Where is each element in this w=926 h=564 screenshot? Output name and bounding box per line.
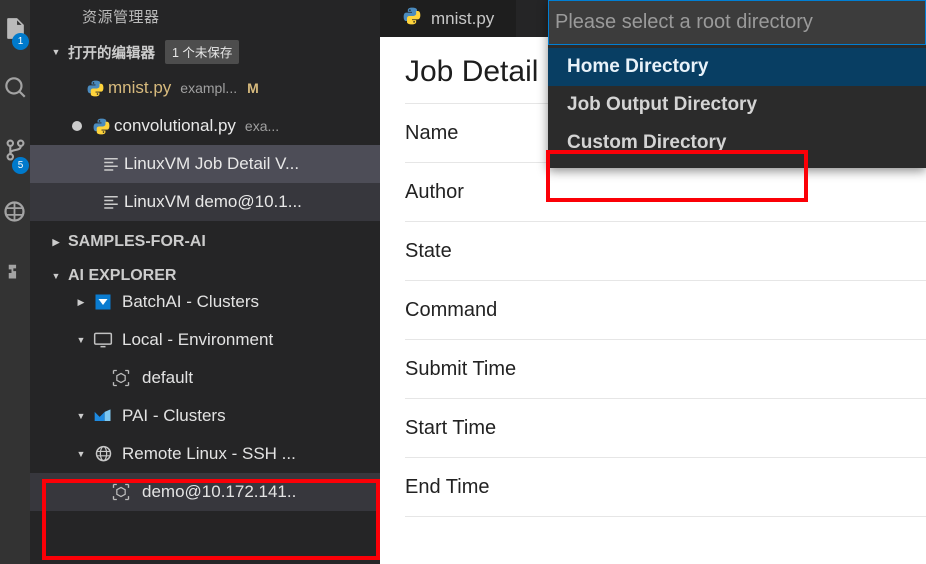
open-editor-desc: exa... [244, 118, 280, 134]
option-label: Custom Directory [567, 132, 727, 153]
tree-item-default[interactable]: default [30, 359, 380, 397]
tree-item-local-environment[interactable]: ▼ Local - Environment [30, 321, 380, 359]
field-label: End Time [405, 475, 490, 498]
open-editor-item-mnist[interactable]: mnist.py exampl... M [30, 69, 380, 107]
open-editor-desc: exampl... [180, 80, 238, 96]
chevron-down-icon: ▼ [51, 271, 61, 281]
activity-item-extensions[interactable] [0, 242, 30, 304]
globe-icon [90, 444, 116, 465]
open-editor-name: LinuxVM demo@10.1... [124, 192, 302, 211]
chevron-right-icon: ▶ [77, 296, 85, 307]
field-row-start-time: Start Time [405, 398, 926, 457]
open-editor-item-linuxvm-demo[interactable]: LinuxVM demo@10.1... [30, 183, 380, 221]
activity-bar: 1 5 [0, 0, 30, 564]
field-label: Start Time [405, 416, 497, 439]
field-list-bottom-divider [405, 516, 926, 517]
quick-pick-option-home-directory[interactable]: Home Directory [548, 48, 926, 86]
ai-explorer-label: AI EXPLORER [68, 267, 177, 284]
open-editor-item-convolutional[interactable]: convolutional.py exa... [30, 107, 380, 145]
sidebar-title: 资源管理器 [30, 0, 380, 35]
open-editor-name: mnist.py [108, 78, 172, 97]
quick-pick-input-wrapper[interactable] [548, 0, 926, 45]
tree-item-label: PAI - Clusters [122, 406, 226, 425]
chevron-down-icon: ▼ [51, 47, 61, 57]
section-ai-explorer[interactable]: ▼ AI EXPLORER [30, 259, 380, 293]
option-label: Job Output Directory [567, 94, 758, 115]
activity-item-source-control[interactable]: 5 [0, 118, 30, 180]
activity-item-search[interactable] [0, 56, 30, 118]
tree-item-label: Local - Environment [122, 330, 274, 349]
tree-item-label: default [142, 368, 194, 387]
tree-item-remote-linux-ssh[interactable]: ▼ Remote Linux - SSH ... [30, 435, 380, 473]
quick-pick-option-list: Home Directory Job Output Directory Cust… [548, 45, 926, 168]
quick-pick-option-job-output-directory[interactable]: Job Output Directory [548, 86, 926, 124]
field-row-state: State [405, 221, 926, 280]
tree-item-label: Remote Linux - SSH ... [122, 444, 296, 463]
root-directory-input[interactable] [555, 11, 919, 34]
preview-icon [98, 155, 124, 173]
cube-icon [108, 482, 134, 502]
field-label: Submit Time [405, 357, 517, 380]
field-row-author: Author [405, 162, 926, 221]
open-editor-name: convolutional.py [114, 116, 236, 135]
field-label: State [405, 239, 452, 262]
tree-item-pai-clusters[interactable]: ▼ PAI - Clusters [30, 397, 380, 435]
unsaved-count-badge: 1 个未保存 [165, 40, 240, 64]
field-label: Command [405, 298, 498, 321]
field-label: Name [405, 121, 459, 144]
pai-icon [90, 406, 116, 426]
root-directory-quick-pick: Home Directory Job Output Directory Cust… [548, 0, 926, 168]
batchai-icon [90, 293, 116, 311]
unsaved-dot-icon [72, 121, 82, 131]
extensions-icon [8, 264, 17, 279]
field-label: Author [405, 180, 464, 203]
search-icon [5, 77, 26, 98]
activity-item-debug[interactable] [0, 180, 30, 242]
field-row-command: Command [405, 280, 926, 339]
quick-pick-option-custom-directory[interactable]: Custom Directory [548, 124, 926, 162]
monitor-icon [90, 330, 116, 350]
debug-icon [4, 200, 25, 222]
python-icon [88, 117, 114, 136]
field-row-submit-time: Submit Time [405, 339, 926, 398]
samples-for-ai-label: SAMPLES-FOR-AI [68, 233, 206, 250]
source-control-badge: 5 [12, 157, 29, 174]
chevron-down-icon: ▼ [76, 411, 86, 421]
tree-item-label: demo@10.172.141.. [142, 482, 297, 501]
section-open-editors[interactable]: ▼ 打开的编辑器 1 个未保存 [30, 35, 380, 69]
tab-label: mnist.py [431, 8, 495, 28]
tab-mnist-py[interactable]: mnist.py [380, 0, 517, 37]
chevron-down-icon: ▼ [76, 335, 86, 345]
section-samples-for-ai[interactable]: ▶ SAMPLES-FOR-AI [30, 225, 380, 259]
sidebar: 资源管理器 ▼ 打开的编辑器 1 个未保存 mnist.py exampl...… [30, 0, 380, 564]
python-icon [82, 79, 108, 98]
open-editor-status: M [247, 80, 259, 96]
open-editor-item-job-detail[interactable]: LinuxVM Job Detail V... [30, 145, 380, 183]
chevron-down-icon: ▼ [76, 449, 86, 459]
ai-explorer-tree: ▶ BatchAI - Clusters ▼ Local - Environme… [30, 283, 380, 511]
field-row-end-time: End Time [405, 457, 926, 516]
chevron-right-icon: ▶ [52, 236, 60, 247]
tree-item-label: BatchAI - Clusters [122, 292, 259, 311]
cube-icon [108, 368, 134, 388]
open-editor-name: LinuxVM Job Detail V... [124, 154, 300, 173]
option-label: Home Directory [567, 56, 709, 77]
open-editors-label: 打开的编辑器 [68, 45, 155, 62]
preview-icon [98, 193, 124, 211]
explorer-badge: 1 [12, 33, 29, 50]
activity-item-explorer[interactable]: 1 [0, 0, 30, 56]
tree-item-demo-host[interactable]: demo@10.172.141.. [30, 473, 380, 511]
python-icon [402, 6, 422, 31]
